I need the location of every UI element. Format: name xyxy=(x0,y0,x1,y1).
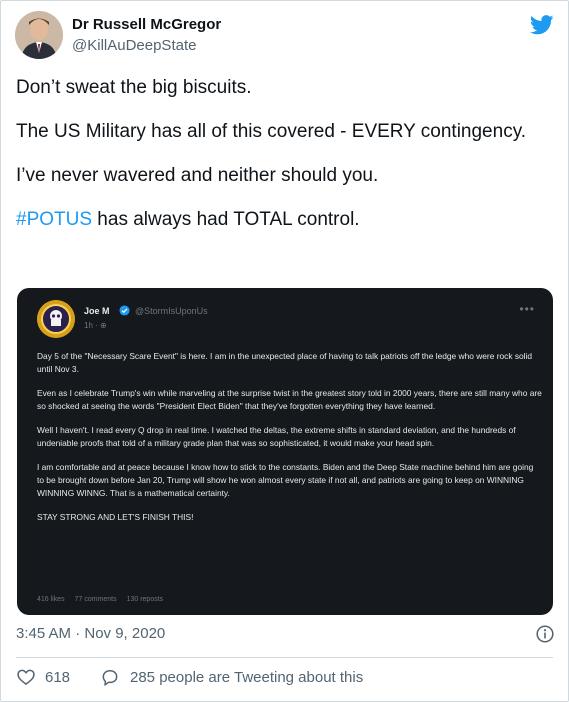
author-name[interactable]: Dr Russell McGregor xyxy=(72,16,221,33)
embed-paragraph: I am comfortable and at peace because I … xyxy=(37,462,534,498)
embed-author-name: Joe M xyxy=(84,306,110,316)
hashtag-link[interactable]: #POTUS xyxy=(16,209,92,230)
heart-icon xyxy=(17,669,35,685)
footer-divider xyxy=(16,657,553,658)
embed-avatar xyxy=(37,300,75,338)
embed-paragraph: STAY STRONG AND LET'S FINISH THIS! xyxy=(37,512,194,522)
tweet-body: Don’t sweat the big biscuits. The US Mil… xyxy=(16,75,556,251)
embed-comments: 77 comments xyxy=(74,596,117,603)
speech-bubble-icon xyxy=(102,670,118,686)
embed-time: 1h · ⊕ xyxy=(84,321,107,330)
embed-stats: 416 likes 77 comments 130 reposts xyxy=(37,596,171,603)
tweet-line-rest: has always had TOTAL control. xyxy=(92,209,360,230)
author-handle[interactable]: @KillAuDeepState xyxy=(72,37,196,54)
tweet-card: Dr Russell McGregor @KillAuDeepState Don… xyxy=(0,0,569,702)
twitter-bird-icon[interactable] xyxy=(530,15,554,35)
tweeting-about-text: 285 people are Tweeting about this xyxy=(130,668,364,686)
embed-paragraph: Day 5 of the "Necessary Scare Event" is … xyxy=(37,351,533,374)
embed-reposts: 130 reposts xyxy=(126,596,164,603)
tweet-line: The US Military has all of this covered … xyxy=(16,121,527,142)
globe-icon: ⊕ xyxy=(100,321,107,330)
tweet-line: #POTUS has always had TOTAL control. xyxy=(16,207,556,232)
embed-likes: 416 likes xyxy=(37,596,65,603)
tweet-line: Don’t sweat the big biscuits. xyxy=(16,77,252,98)
tweet-timestamp[interactable]: 3:45 AM · Nov 9, 2020 xyxy=(16,625,165,642)
tweeting-about-link[interactable]: 285 people are Tweeting about this xyxy=(100,667,363,687)
more-options-icon: ••• xyxy=(519,302,535,316)
like-count: 618 xyxy=(45,668,71,686)
embed-paragraph: Even as I celebrate Trump's win while ma… xyxy=(37,388,542,411)
embedded-screenshot[interactable]: Joe M @StormIsUponUs 1h · ⊕ ••• Day 5 of… xyxy=(17,288,553,615)
embed-paragraph: Well I haven't. I read every Q drop in r… xyxy=(37,425,516,448)
like-button[interactable]: 618 xyxy=(16,667,70,687)
author-avatar[interactable] xyxy=(15,11,63,59)
verified-badge-icon xyxy=(119,305,130,316)
tweet-line: I’ve never wavered and neither should yo… xyxy=(16,165,379,186)
embed-body: Day 5 of the "Necessary Scare Event" is … xyxy=(37,350,542,535)
info-icon[interactable] xyxy=(536,625,554,643)
embed-author-handle: @StormIsUponUs xyxy=(135,306,208,316)
